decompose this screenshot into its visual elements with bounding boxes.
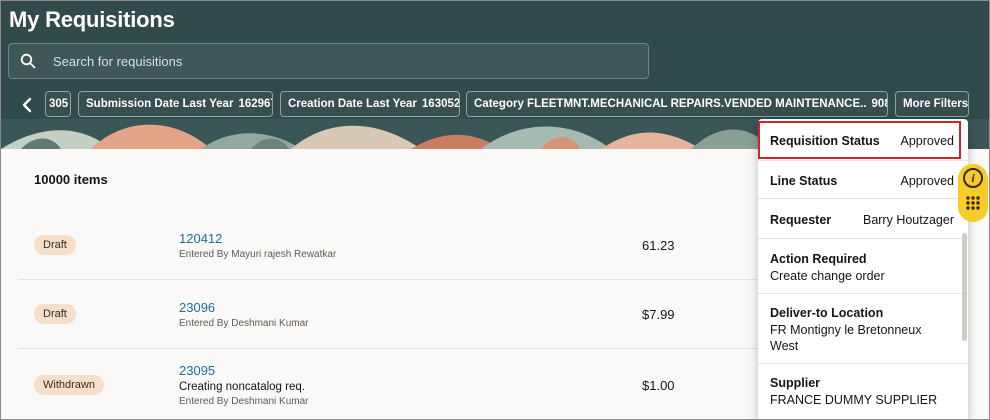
field-label: Deliver-to Location [770,306,884,320]
filter-chip-value: 305 [49,98,69,110]
filter-chip-partial[interactable]: 305 [45,91,71,117]
amount: $1.00 [642,378,675,393]
list-item[interactable]: Draft 23096 Entered By Deshmani Kumar $7… [18,280,758,348]
list-item[interactable]: Withdrawn 23095 Creating noncatalog req.… [18,349,758,419]
item-count: 10000 items [34,172,108,187]
page-title: My Requisitions [9,7,175,32]
divider [758,160,968,161]
amount: $7.99 [642,307,675,322]
requisition-description: Creating noncatalog req. [179,381,305,393]
line-status-field: Line Status Approved [770,174,954,188]
deliver-to-location-field: Deliver-to Location FR Montigny le Breto… [770,306,954,354]
filter-chip-value: 163052 [421,98,460,110]
filter-chip-category[interactable]: Category FLEETMNT.MECHANICAL REPAIRS.VEN… [466,91,888,117]
field-label: Supplier [770,376,821,390]
field-value: Create change order [770,269,885,283]
filter-chip-label: Submission Date Last Year [86,98,234,110]
amount: 61.23 [642,238,675,253]
chevron-left-icon[interactable] [19,95,35,115]
action-required-field: Action Required Create change order [770,252,954,284]
requisition-details-popover: Requisition Status Approved Line Status … [758,119,968,419]
divider [758,238,968,239]
entered-by: Entered By Deshmani Kumar [179,396,309,407]
entered-by: Entered By Deshmani Kumar [179,318,309,329]
entered-by: Entered By Mayuri rajesh Rewatkar [179,249,337,260]
popover-scrollbar[interactable] [962,233,967,341]
search-input[interactable] [53,44,643,78]
filter-chip-submission-date[interactable]: Submission Date Last Year 162967 [78,91,273,117]
status-badge: Draft [34,235,76,255]
field-label: Action Required [770,252,867,266]
filter-chip-creation-date[interactable]: Creation Date Last Year 163052 [280,91,460,117]
requester-field: Requester Barry Houtzager [770,213,954,227]
status-badge: Withdrawn [34,375,104,395]
filter-chips: 305 Submission Date Last Year 162967 Crea… [1,91,989,119]
list-item[interactable]: Draft 120412 Entered By Mayuri rajesh Re… [18,219,758,279]
info-icon[interactable]: i [963,168,983,188]
requisition-link[interactable]: 23095 [179,363,215,378]
requisition-link[interactable]: 120412 [179,231,222,246]
help-widget[interactable]: i [958,164,988,222]
field-label: Requester [770,213,832,227]
divider [758,293,968,294]
divider [758,198,968,199]
field-value: Barry Houtzager [862,213,954,227]
search-icon [20,53,36,69]
field-value: FR Montigny le Bretonneux [770,323,922,337]
field-label: Line Status [770,174,838,188]
status-badge: Draft [34,304,76,324]
field-value: FRANCE DUMMY SUPPLIER [770,393,938,407]
grid-dots-icon[interactable] [965,195,981,211]
filter-chip-label: Category FLEETMNT.MECHANICAL REPAIRS.VEN… [474,98,867,110]
filter-chip-label: Creation Date Last Year [288,98,417,110]
field-value-line2: West [770,339,799,353]
filter-chip-value: 90866 [871,98,887,110]
requisition-link[interactable]: 23096 [179,300,215,315]
supplier-field: Supplier FRANCE DUMMY SUPPLIER [770,376,954,408]
requisition-status-highlight [758,121,961,159]
field-value: Approved [900,174,954,188]
more-filters-button[interactable]: More Filters [895,91,969,117]
app-window: My Requisitions 305 Submission Date Last… [0,0,990,420]
filter-chip-value: 162967 [238,98,273,110]
search-box[interactable] [8,43,649,79]
divider [758,363,968,364]
more-filters-label: More Filters [903,98,969,110]
